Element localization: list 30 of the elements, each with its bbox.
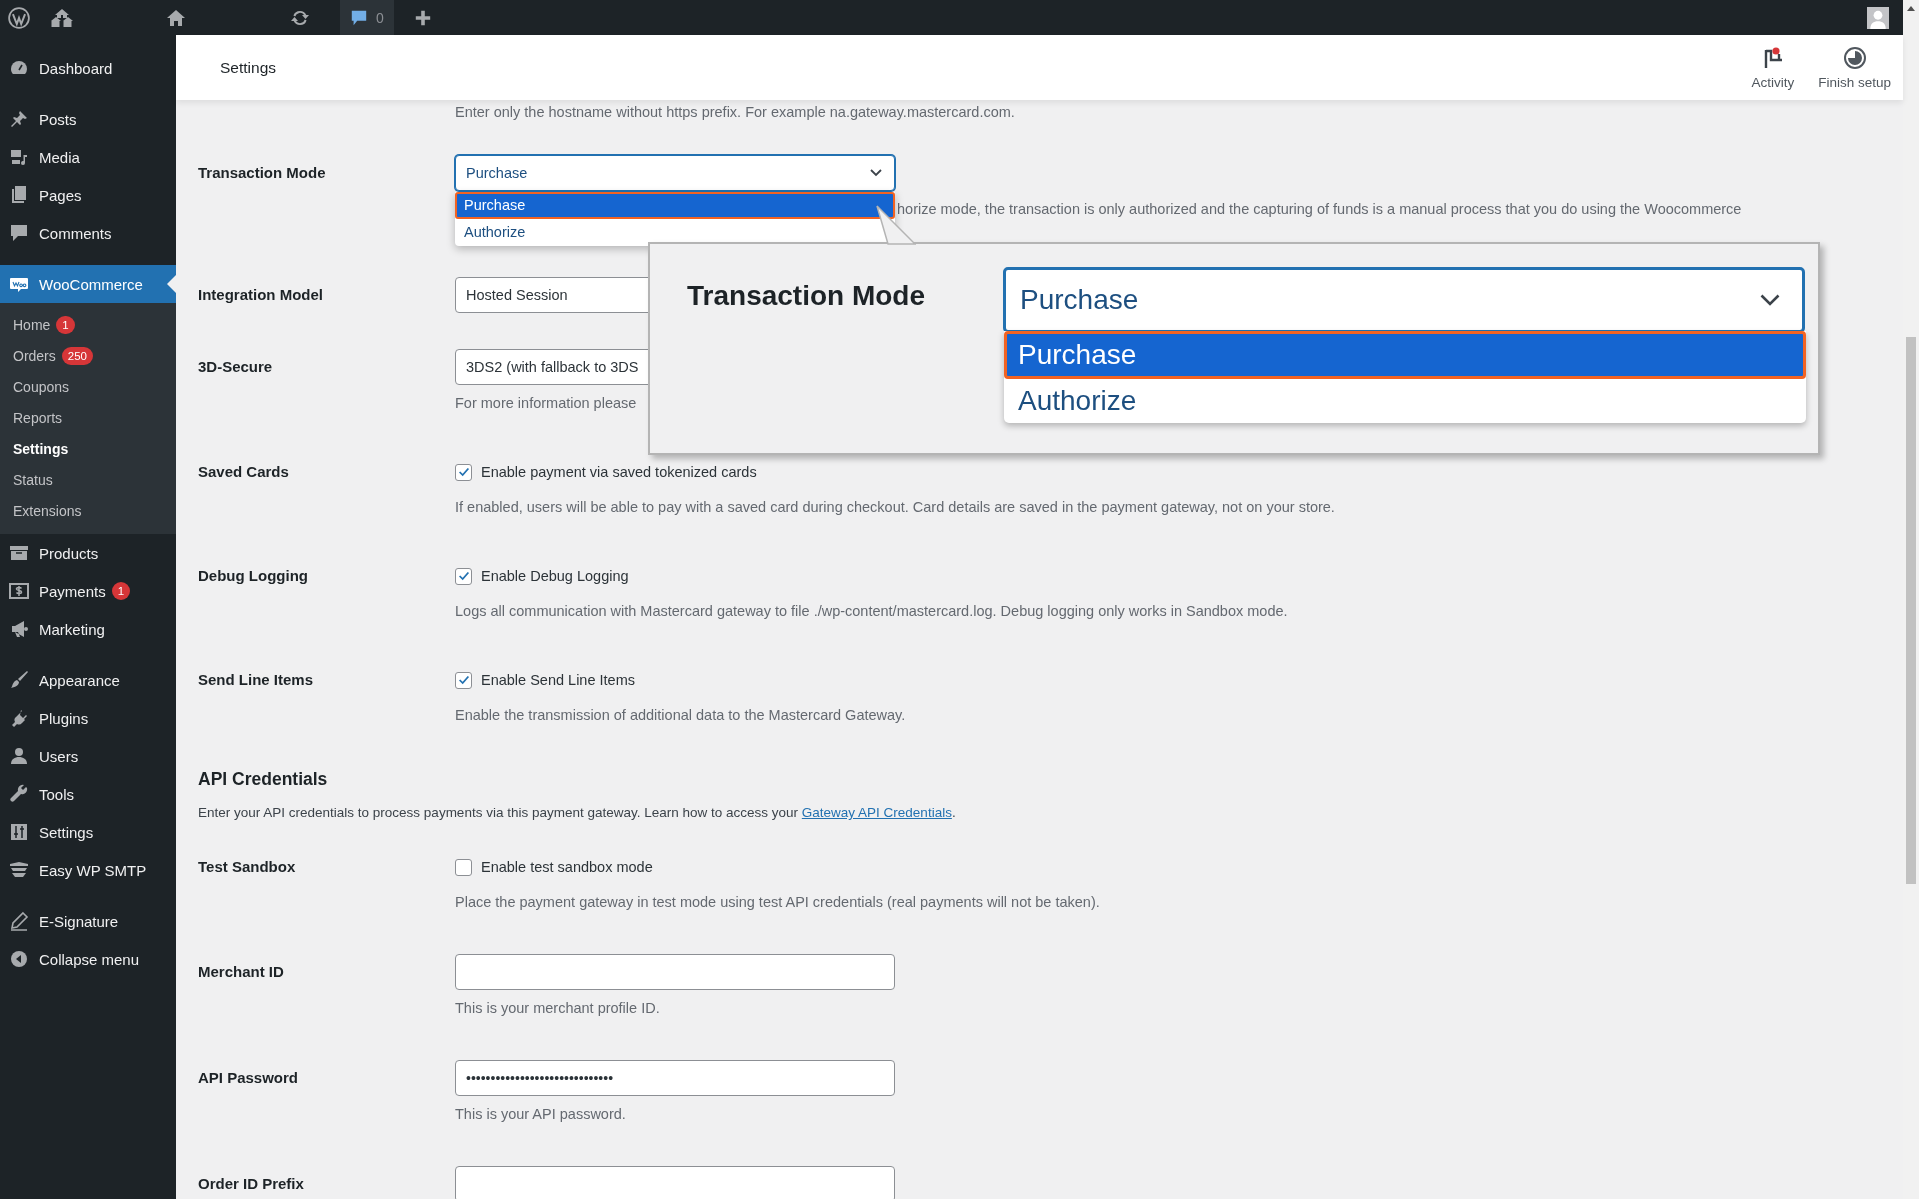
setting-label: Order ID Prefix	[198, 1174, 305, 1194]
field-description: Enable the transmission of additional data to the Mastercard Gateway.	[455, 706, 906, 725]
field-description: horize mode, the transaction is only authorized and the capturing of funds is a manual process that you do using the Woocommerce	[897, 200, 1742, 219]
field-description: If enabled, users will be able to pay with a saved card during checkout. Card details are saved in the payment gateway, not on your store.	[455, 498, 1335, 517]
checkbox-label: Enable Send Line Items	[481, 672, 635, 688]
field-description: For more information please	[455, 394, 637, 413]
field-description: Place the payment gateway in test mode using test API credentials (real payments will not be taken).	[455, 893, 1100, 912]
count-badge: 250	[61, 346, 93, 365]
setting-label: Saved Cards	[198, 462, 290, 482]
setting-label: Integration Model	[198, 285, 324, 305]
count-badge: 1	[56, 315, 75, 334]
setting-label: 3D-Secure	[198, 357, 274, 377]
field-description: This is your merchant profile ID.	[455, 999, 660, 1018]
setting-label: Debug Logging	[198, 566, 309, 586]
page-title: Settings	[220, 58, 277, 77]
intro-text: Enter your API credentials to process payments via this payment gateway. Learn how to access your Gateway API Credentials.	[198, 805, 957, 820]
field-hint: Enter only the hostname without https prefix. For example na.gateway.mastercard.com.	[455, 103, 1015, 122]
section-heading: API Credentials	[198, 768, 329, 791]
setting-label: Test Sandbox	[198, 857, 297, 877]
callout-label: Transaction Mode	[687, 280, 926, 312]
setting-label: Send Line Items	[198, 670, 315, 690]
checkbox-label: Enable Debug Logging	[481, 568, 629, 584]
field-description: This is your API password.	[455, 1105, 626, 1124]
setting-label: API Password	[198, 1068, 300, 1088]
count-badge: 1	[111, 582, 131, 600]
field-description: Logs all communication with Mastercard gateway to file ./wp-content/mastercard.log. Debug logging only works in Sandbox mode.	[455, 602, 1288, 621]
checkbox-label: Enable test sandbox mode	[481, 859, 653, 875]
checkbox-label: Enable payment via saved tokenized cards	[481, 464, 757, 480]
setting-label: Merchant ID	[198, 962, 285, 982]
setting-label: Transaction Mode	[198, 163, 327, 183]
